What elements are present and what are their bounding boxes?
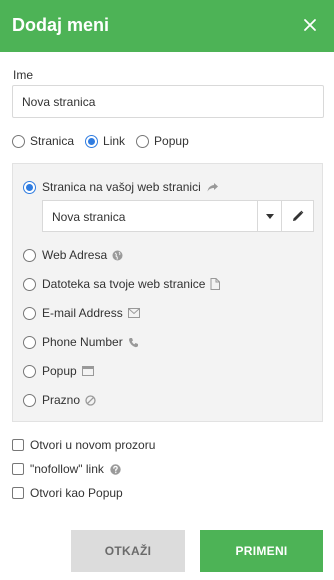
checkbox-nofollow[interactable] [12,463,24,475]
link-option-phone-label: Phone Number [42,335,123,349]
radio-link-page[interactable] [23,180,36,194]
type-label-stranica: Stranica [30,134,75,148]
link-option-file[interactable]: Datoteka sa tvoje web stranice [23,276,221,292]
link-option-email[interactable]: E-mail Address [23,305,140,321]
radio-web-address[interactable] [23,248,36,262]
link-option-email-label: E-mail Address [42,306,123,320]
window-icon [81,366,94,376]
apply-button[interactable]: PRIMENI [200,530,323,572]
ban-icon [85,394,96,406]
dialog-title: Dodaj meni [12,15,110,35]
link-options-panel: Stranica na vašoj web stranici Nova stra… [12,163,323,422]
type-option-stranica[interactable]: Stranica [12,134,74,148]
envelope-icon [127,308,140,318]
radio-popup[interactable] [136,134,150,148]
close-icon[interactable] [300,15,320,35]
checkbox-new-window-label: Otvori u novom prozoru [30,438,156,452]
link-option-phone[interactable]: Phone Number [23,334,139,350]
radio-file[interactable] [23,277,36,291]
link-option-empty[interactable]: Prazno [23,392,96,408]
radio-empty[interactable] [23,393,36,407]
link-option-web-address-label: Web Adresa [42,248,108,262]
radio-link-popup[interactable] [23,364,36,378]
name-label: Ime [13,68,34,82]
checkbox-nofollow-label: "nofollow" link [30,462,104,476]
page-select-value: Nova stranica [52,210,126,224]
type-label-link: Link [103,134,126,148]
pencil-icon [293,210,304,221]
link-option-popup[interactable]: Popup [23,363,94,379]
radio-phone[interactable] [23,335,36,349]
checkbox-nofollow-row[interactable]: "nofollow" link [12,461,121,477]
dialog-header: Dodaj meni [0,0,334,52]
checkbox-open-popup-row[interactable]: Otvori kao Popup [12,485,123,501]
link-option-page-label: Stranica na vašoj web stranici [42,180,201,194]
globe-icon [112,250,123,260]
file-icon [210,278,221,290]
type-option-popup[interactable]: Popup [136,134,189,148]
edit-page-button[interactable] [281,201,313,231]
chevron-down-icon[interactable] [257,201,281,231]
radio-email[interactable] [23,306,36,320]
link-option-page[interactable]: Stranica na vašoj web stranici [23,179,219,195]
checkbox-open-popup-label: Otvori kao Popup [30,486,123,500]
radio-link[interactable] [85,134,99,148]
phone-icon [128,337,138,347]
help-icon[interactable] [110,463,121,475]
link-option-empty-label: Prazno [42,393,81,407]
link-option-web-address[interactable]: Web Adresa [23,247,123,263]
share-arrow-icon [207,182,218,191]
checkbox-new-window-row[interactable]: Otvori u novom prozoru [12,437,155,453]
radio-stranica[interactable] [12,134,25,148]
type-option-link[interactable]: Link [85,134,125,148]
menu-type-group: Stranica Link Popup [12,133,200,149]
link-option-popup-label: Popup [42,364,77,378]
page-select[interactable]: Nova stranica [42,200,314,232]
checkbox-open-popup[interactable] [12,487,24,499]
cancel-button[interactable]: OTKAŽI [71,530,185,572]
link-option-file-label: Datoteka sa tvoje web stranice [42,277,206,291]
checkbox-new-window[interactable] [12,439,24,451]
name-input[interactable] [12,85,324,118]
type-label-popup: Popup [154,134,189,148]
